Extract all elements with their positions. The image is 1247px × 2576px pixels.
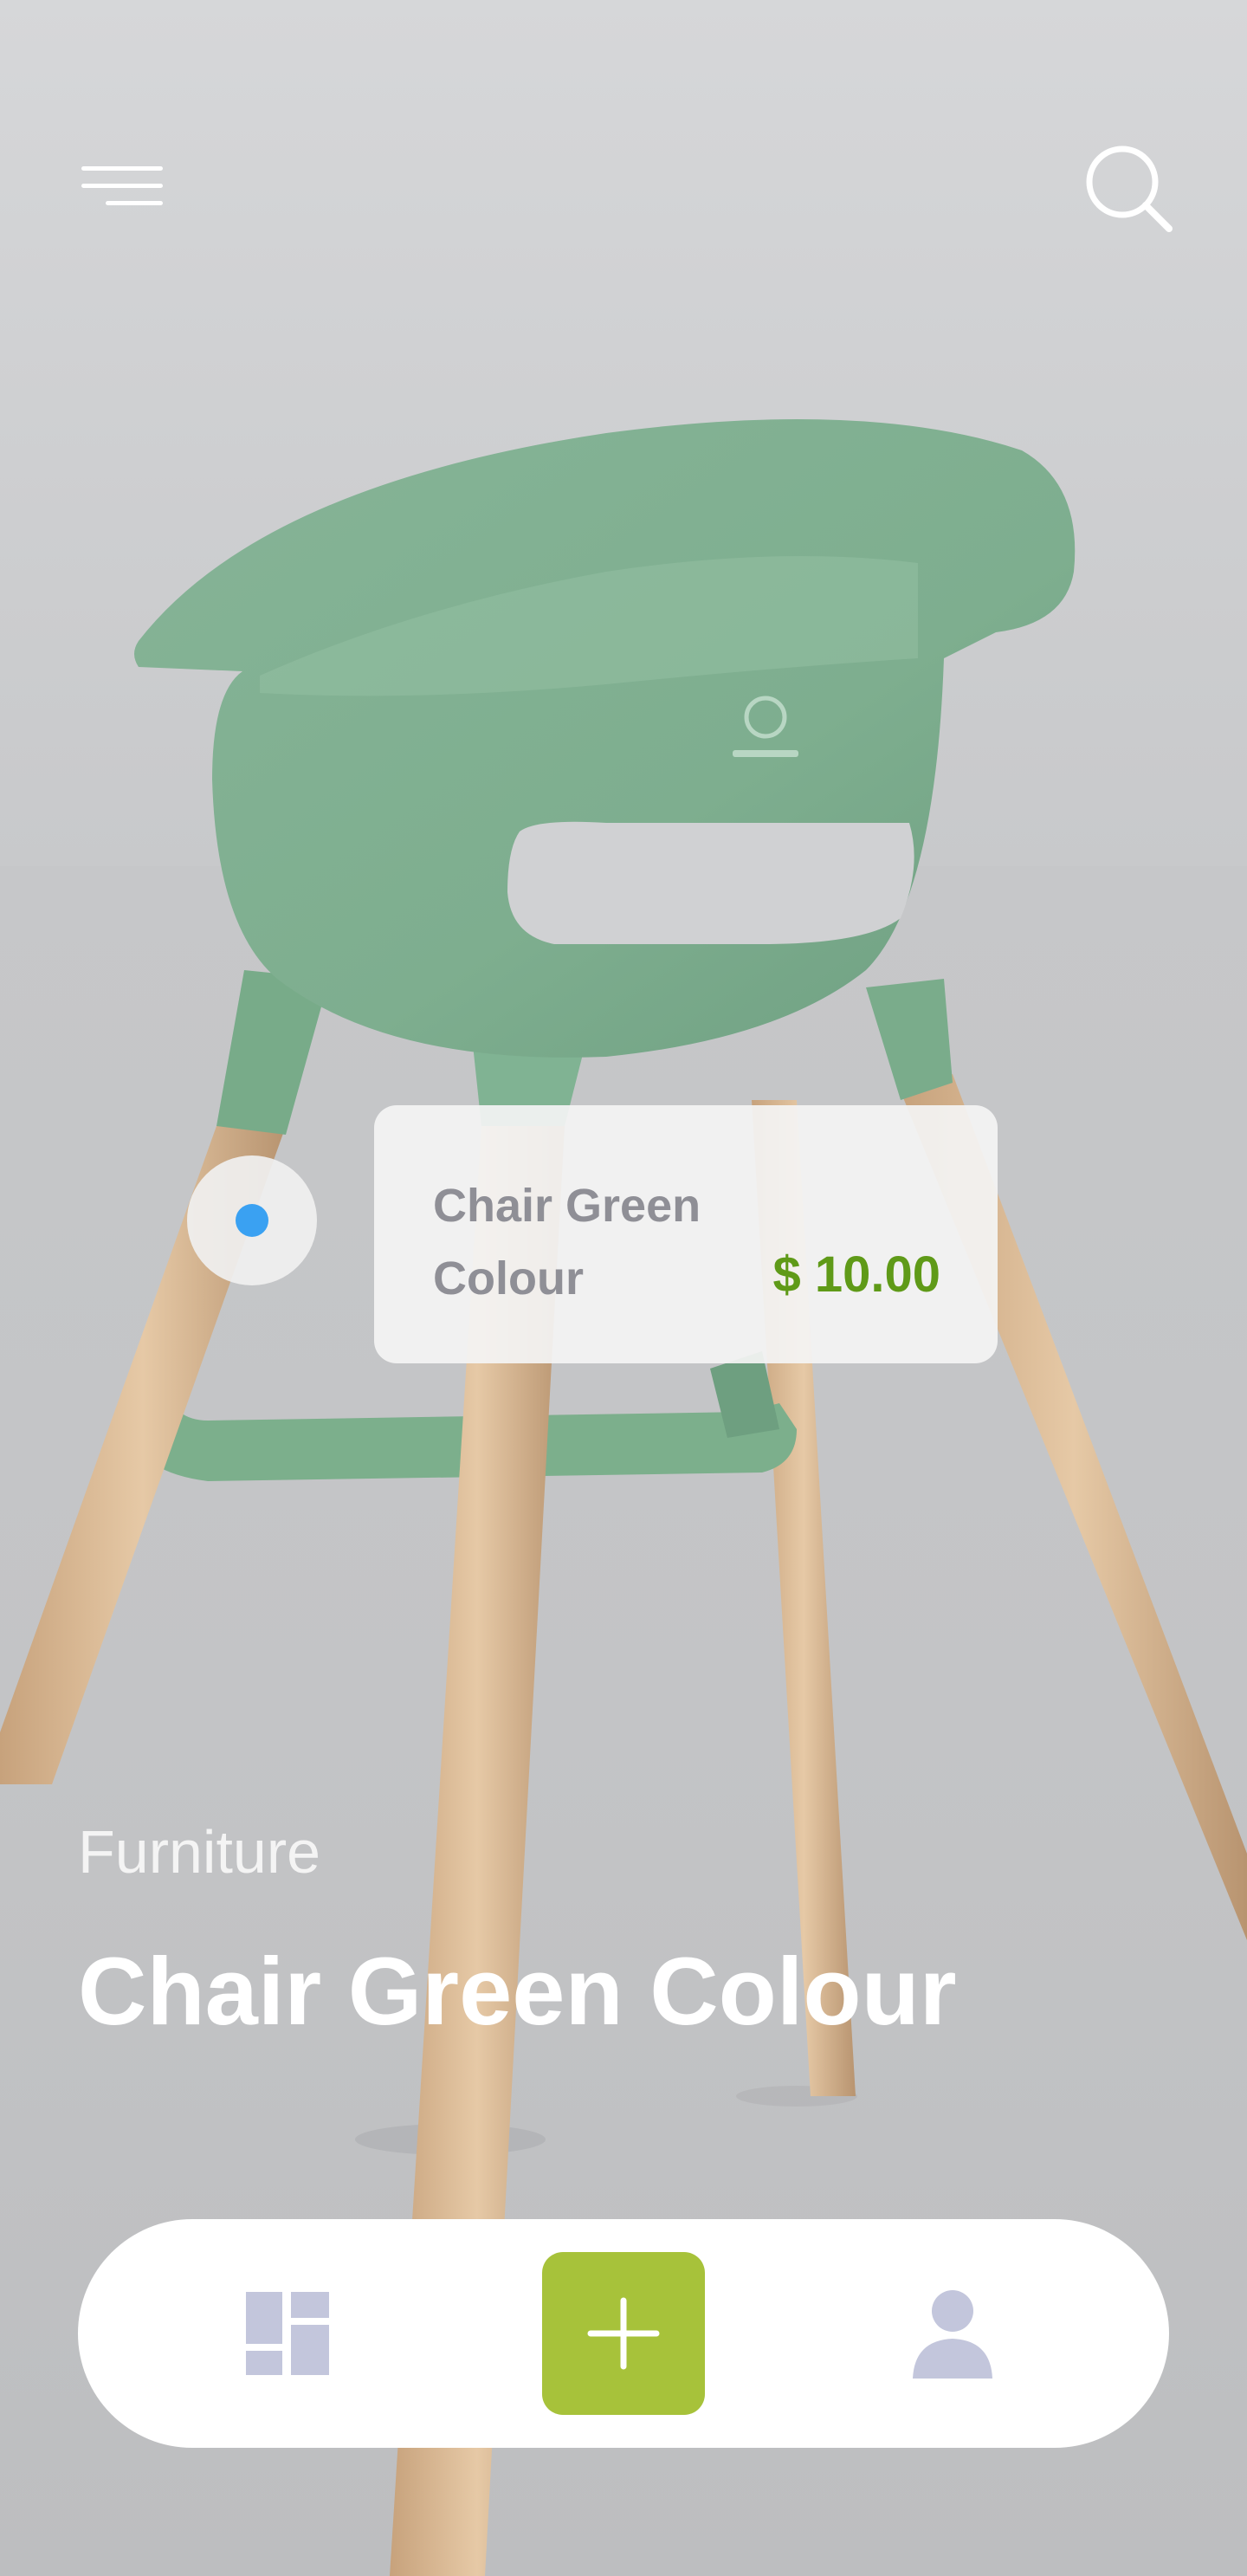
nav-profile-button[interactable] bbox=[909, 2288, 996, 2379]
dashboard-grid-icon bbox=[246, 2292, 329, 2375]
profile-icon bbox=[913, 2290, 992, 2379]
product-title: Chair Green Colour bbox=[78, 1938, 957, 2045]
hamburger-menu-icon bbox=[81, 166, 163, 171]
hotspot-dot bbox=[236, 1204, 268, 1237]
nav-dashboard-button[interactable] bbox=[244, 2290, 331, 2377]
bottom-navigation-bar bbox=[78, 2219, 1169, 2448]
search-button[interactable] bbox=[1081, 140, 1176, 236]
menu-button[interactable] bbox=[73, 161, 163, 213]
product-tooltip-card[interactable]: Chair Green Colour $ 10.00 bbox=[374, 1105, 998, 1363]
nav-add-button[interactable] bbox=[542, 2252, 705, 2415]
menu-line bbox=[81, 184, 163, 188]
product-category: Furniture bbox=[78, 1818, 321, 1886]
product-hotspot[interactable] bbox=[187, 1155, 317, 1285]
plus-icon bbox=[587, 2297, 660, 2370]
product-card-price: $ 10.00 bbox=[772, 1246, 940, 1303]
menu-line bbox=[106, 201, 163, 205]
search-icon bbox=[1086, 146, 1173, 232]
product-card-name: Chair Green Colour bbox=[433, 1180, 701, 1304]
